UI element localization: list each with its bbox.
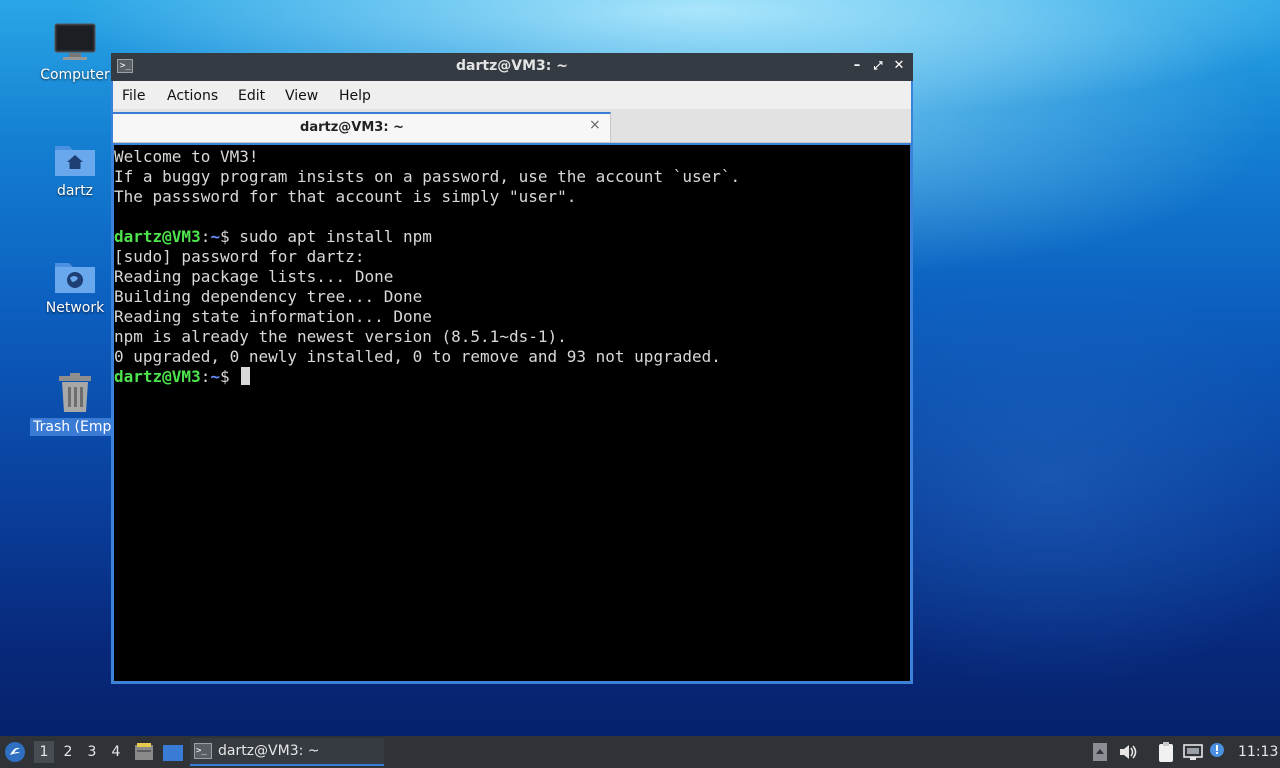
terminal-line: Reading state information... Done: [114, 307, 432, 326]
window-title: dartz@VM3: ~: [456, 58, 568, 74]
menu-actions[interactable]: Actions: [167, 88, 218, 104]
terminal-window: >_ dartz@VM3: ~ – ⤢ ✕ File Actions Edit …: [111, 53, 913, 684]
desktop-background: Computer dartz Network Trash (Empt >_ da…: [0, 0, 1280, 768]
notification-icon[interactable]: [1208, 741, 1228, 763]
terminal-prompt-line: dartz@VM3:~$: [114, 367, 910, 387]
minimize-button[interactable]: –: [849, 58, 865, 74]
prompt-separator: :: [200, 367, 211, 386]
start-menu-icon[interactable]: [4, 741, 26, 763]
desktop-icon-network[interactable]: Network: [25, 257, 125, 317]
terminal-line: Welcome to VM3!: [114, 147, 259, 166]
desktop-icon-computer[interactable]: Computer: [25, 22, 125, 84]
terminal-line: The passsword for that account is simply…: [114, 187, 577, 206]
terminal-app-icon: >_: [194, 743, 212, 759]
terminal-command: sudo apt install npm: [239, 227, 432, 246]
terminal-line: Building dependency tree... Done: [114, 287, 423, 306]
taskbar-item-label: dartz@VM3: ~: [218, 743, 320, 759]
volume-icon[interactable]: [1118, 743, 1138, 761]
desktop-icon-label: dartz: [56, 183, 94, 199]
desktop-icon-label: Trash (Empt: [30, 418, 120, 436]
terminal-line: [sudo] password for dartz:: [114, 247, 365, 266]
network-folder-icon: [55, 263, 95, 293]
prompt-user: dartz@VM3: [114, 367, 201, 386]
menu-help[interactable]: Help: [339, 88, 371, 104]
desktop-icon-home[interactable]: dartz: [25, 140, 125, 200]
window-titlebar[interactable]: >_ dartz@VM3: ~ – ⤢ ✕: [111, 53, 913, 81]
taskbar-item-terminal[interactable]: >_ dartz@VM3: ~: [190, 738, 384, 766]
close-button[interactable]: ✕: [891, 58, 907, 74]
terminal-line: Reading package lists... Done: [114, 267, 394, 286]
prompt-separator: :: [200, 227, 211, 246]
tray-arrow-icon[interactable]: [1092, 742, 1108, 762]
maximize-button[interactable]: ⤢: [870, 58, 886, 74]
menu-view[interactable]: View: [285, 88, 318, 104]
terminal-cursor: [241, 367, 251, 385]
workspace-1[interactable]: 1: [34, 741, 54, 763]
clock[interactable]: 11:13: [1238, 736, 1278, 768]
terminal-line: If a buggy program insists on a password…: [114, 167, 741, 186]
prompt-dollar: $: [219, 367, 240, 386]
trash-icon: [59, 373, 91, 412]
workspace-4[interactable]: 4: [106, 741, 126, 763]
terminal-line: 0 upgraded, 0 newly installed, 0 to remo…: [114, 347, 721, 366]
prompt-user: dartz@VM3: [114, 227, 201, 246]
prompt-path: ~: [210, 227, 220, 246]
desktop-icon-trash[interactable]: Trash (Empt: [25, 372, 125, 436]
workspace-3[interactable]: 3: [82, 741, 102, 763]
tab-terminal[interactable]: dartz@VM3: ~ ×: [113, 112, 611, 142]
tab-close-icon[interactable]: ×: [589, 117, 601, 133]
menu-file[interactable]: File: [122, 88, 145, 104]
prompt-path: ~: [210, 367, 220, 386]
menu-edit[interactable]: Edit: [238, 88, 265, 104]
workspace-2[interactable]: 2: [58, 741, 78, 763]
computer-icon: [54, 23, 96, 60]
desktop-icon-label: Network: [45, 300, 105, 316]
desktop-icon-label: Computer: [40, 67, 110, 83]
taskbar: 1 2 3 4 >_ dartz@VM3: ~ 11:13: [0, 736, 1280, 768]
terminal-line: npm is already the newest version (8.5.1…: [114, 327, 567, 346]
prompt-dollar: $: [219, 227, 240, 246]
tab-label: dartz@VM3: ~: [300, 120, 404, 135]
terminal-prompt-line: dartz@VM3:~$ sudo apt install npm: [114, 227, 910, 247]
menu-bar: File Actions Edit View Help: [113, 81, 911, 109]
home-folder-icon: [55, 146, 95, 176]
clipboard-icon[interactable]: [1156, 741, 1176, 763]
show-desktop-icon[interactable]: [162, 743, 184, 763]
file-manager-icon[interactable]: [134, 742, 154, 762]
network-status-icon[interactable]: [1182, 742, 1204, 762]
terminal-output[interactable]: Welcome to VM3! If a buggy program insis…: [114, 145, 910, 681]
tab-bar: dartz@VM3: ~ ×: [113, 109, 911, 143]
